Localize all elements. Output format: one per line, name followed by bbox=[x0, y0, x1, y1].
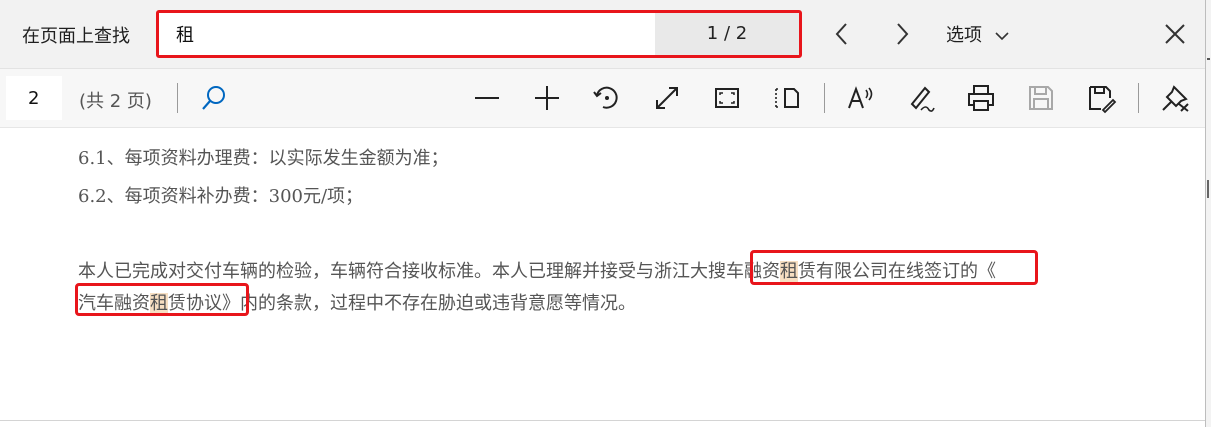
toolbar-divider bbox=[1138, 83, 1139, 113]
statement-text: 》内的条款，过程中不存在胁迫或违背意愿等情况。 bbox=[222, 293, 636, 314]
toolbar-divider bbox=[177, 83, 178, 113]
print-button[interactable] bbox=[965, 82, 997, 114]
statement-text: 本人已完成对交付车辆的检验，车辆符合接收标准。本人已理解并接受与 bbox=[78, 261, 654, 282]
pdf-toolbar: (共 2 页) bbox=[0, 69, 1205, 128]
fit-page-icon bbox=[656, 87, 678, 109]
close-icon bbox=[1165, 24, 1185, 44]
search-icon bbox=[202, 86, 225, 110]
agreement-annotation-box bbox=[75, 283, 249, 316]
save-as-icon bbox=[1089, 86, 1117, 114]
save-as-button[interactable] bbox=[1085, 82, 1117, 114]
background-window-mark bbox=[1207, 58, 1210, 60]
window-bottom-border bbox=[0, 420, 1205, 421]
pin-toolbar-icon bbox=[1162, 85, 1189, 112]
save-button[interactable] bbox=[1025, 82, 1057, 114]
background-window-edge bbox=[1205, 0, 1211, 427]
save-icon bbox=[1029, 86, 1053, 110]
find-input-group: 1 / 2 bbox=[156, 10, 802, 58]
previous-match-button[interactable] bbox=[824, 16, 860, 52]
clause-6-2: 6.2、每项资料补办费：300元/项； bbox=[78, 186, 364, 207]
find-label: 在页面上查找 bbox=[22, 26, 130, 47]
close-find-button[interactable] bbox=[1157, 16, 1193, 52]
zoom-in-icon bbox=[535, 86, 559, 110]
fit-page-button[interactable] bbox=[651, 82, 683, 114]
print-icon bbox=[968, 85, 994, 111]
read-aloud-button[interactable] bbox=[845, 82, 877, 114]
pdf-document-page: 6.1、每项资料办理费：以实际发生金额为准； 6.2、每项资料补办费：300元/… bbox=[0, 128, 1205, 420]
zoom-in-button[interactable] bbox=[531, 82, 563, 114]
company-annotation-box bbox=[750, 250, 1038, 285]
toolbar-divider bbox=[824, 83, 825, 113]
page-view-icon bbox=[775, 88, 799, 108]
read-aloud-icon bbox=[848, 86, 873, 109]
find-on-page-bar: 在页面上查找 1 / 2 选项 bbox=[0, 0, 1205, 69]
rotate-icon bbox=[593, 86, 618, 109]
fullscreen-button[interactable] bbox=[711, 82, 743, 114]
find-input[interactable] bbox=[159, 13, 655, 55]
match-count: 1 / 2 bbox=[655, 13, 799, 55]
chevron-right-icon bbox=[897, 23, 909, 45]
find-options-button[interactable]: 选项 bbox=[946, 21, 1012, 47]
pin-toolbar-button[interactable] bbox=[1159, 82, 1191, 114]
rotate-button[interactable] bbox=[591, 82, 623, 114]
zoom-out-icon bbox=[475, 97, 499, 99]
draw-button[interactable] bbox=[905, 82, 937, 114]
chevron-left-icon bbox=[835, 23, 847, 45]
chevron-down-icon bbox=[995, 32, 1009, 41]
page-total: (共 2 页) bbox=[79, 91, 152, 112]
page-view-button[interactable] bbox=[771, 82, 803, 114]
draw-icon bbox=[910, 86, 935, 112]
search-button[interactable] bbox=[198, 82, 230, 114]
background-window-mark bbox=[1207, 180, 1209, 198]
next-match-button[interactable] bbox=[884, 16, 920, 52]
zoom-out-button[interactable] bbox=[471, 82, 503, 114]
find-options-label: 选项 bbox=[946, 25, 982, 46]
fullscreen-icon bbox=[715, 88, 739, 108]
clause-6-1: 6.1、每项资料办理费：以实际发生金额为准； bbox=[78, 148, 449, 169]
page-number-input[interactable] bbox=[6, 76, 62, 120]
